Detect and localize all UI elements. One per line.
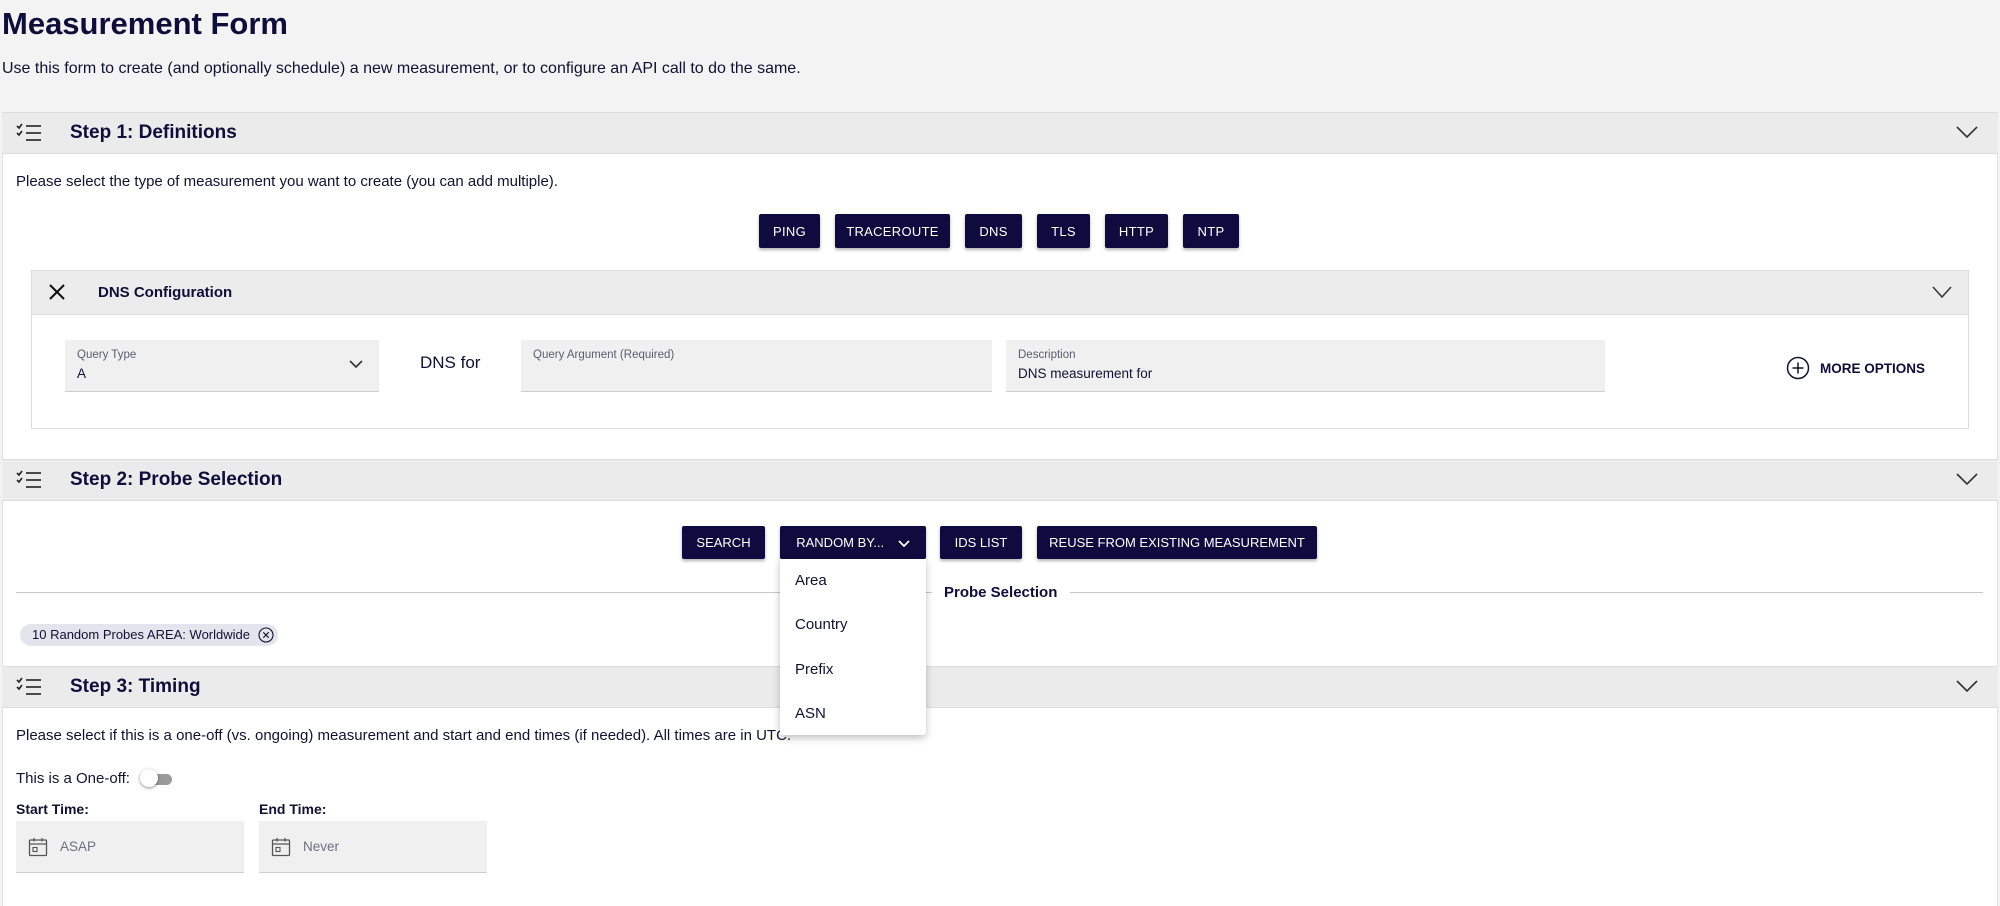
query-argument-input[interactable]: Query Argument (Required) bbox=[521, 340, 992, 392]
start-time-placeholder: ASAP bbox=[60, 839, 97, 854]
probe-chip: 10 Random Probes AREA: Worldwide bbox=[20, 624, 278, 646]
reuse-existing-measurement-button[interactable]: REUSE FROM EXISTING MEASUREMENT bbox=[1037, 526, 1317, 559]
random-by-label: RANDOM BY... bbox=[796, 535, 885, 550]
description-value: DNS measurement for bbox=[1018, 366, 1153, 381]
end-time-input[interactable]: Never bbox=[259, 821, 487, 873]
toggle-knob bbox=[140, 769, 158, 787]
description-label: Description bbox=[1018, 349, 1076, 361]
probe-chip-label: 10 Random Probes AREA: Worldwide bbox=[32, 627, 250, 642]
step3-header[interactable]: Step 3: Timing bbox=[2, 666, 1998, 708]
calendar-icon bbox=[271, 838, 291, 857]
end-time-placeholder: Never bbox=[303, 839, 340, 854]
ping-button[interactable]: PING bbox=[759, 214, 820, 248]
query-type-label: Query Type bbox=[77, 349, 137, 361]
step1-header[interactable]: Step 1: Definitions bbox=[2, 112, 1998, 154]
traceroute-button[interactable]: TRACEROUTE bbox=[835, 214, 950, 248]
chevron-down-icon[interactable] bbox=[1932, 286, 1952, 298]
http-button[interactable]: HTTP bbox=[1105, 214, 1168, 248]
menu-item-area[interactable]: Area bbox=[795, 572, 827, 589]
add-circle-icon bbox=[1786, 356, 1810, 380]
remove-chip-icon[interactable] bbox=[258, 627, 274, 643]
chevron-down-icon[interactable] bbox=[1956, 125, 1978, 139]
start-time-input[interactable]: ASAP bbox=[16, 821, 244, 873]
probe-selection-label: Probe Selection bbox=[944, 584, 1058, 601]
dns-configuration-header[interactable]: DNS Configuration bbox=[32, 271, 1968, 315]
one-off-toggle[interactable] bbox=[140, 769, 172, 787]
one-off-label: This is a One-off: bbox=[16, 770, 130, 787]
chevron-down-icon bbox=[898, 539, 910, 547]
menu-item-country[interactable]: Country bbox=[795, 616, 848, 633]
chevron-down-icon bbox=[349, 360, 363, 369]
query-type-value: A bbox=[77, 366, 87, 381]
checklist-icon bbox=[16, 123, 41, 141]
random-by-menu: Area Country Prefix ASN bbox=[780, 559, 926, 735]
tls-button[interactable]: TLS bbox=[1037, 214, 1090, 248]
step3-instruction: Please select if this is a one-off (vs. … bbox=[16, 727, 792, 744]
random-by-button[interactable]: RANDOM BY... bbox=[780, 526, 926, 559]
query-type-select[interactable]: Query Type A bbox=[65, 340, 379, 392]
dns-configuration-title: DNS Configuration bbox=[98, 284, 233, 301]
calendar-icon bbox=[28, 838, 48, 857]
close-icon[interactable] bbox=[48, 283, 66, 301]
step1-instruction: Please select the type of measurement yo… bbox=[16, 173, 558, 190]
dns-for-text: DNS for bbox=[420, 353, 481, 372]
page-title: Measurement Form bbox=[2, 6, 288, 41]
page-description: Use this form to create (and optionally … bbox=[2, 60, 801, 77]
ntp-button[interactable]: NTP bbox=[1183, 214, 1239, 248]
description-input[interactable]: Description DNS measurement for bbox=[1006, 340, 1605, 392]
chevron-down-icon[interactable] bbox=[1956, 472, 1978, 486]
chevron-down-icon[interactable] bbox=[1956, 679, 1978, 693]
more-options-label: MORE OPTIONS bbox=[1820, 361, 1926, 376]
step1-title: Step 1: Definitions bbox=[70, 122, 237, 143]
menu-item-asn[interactable]: ASN bbox=[795, 705, 826, 722]
query-argument-label: Query Argument (Required) bbox=[533, 349, 675, 361]
step3-title: Step 3: Timing bbox=[70, 676, 201, 697]
search-button[interactable]: SEARCH bbox=[682, 526, 765, 559]
menu-item-prefix[interactable]: Prefix bbox=[795, 661, 833, 678]
end-time-label: End Time: bbox=[259, 801, 327, 817]
divider bbox=[1070, 592, 1983, 593]
step2-title: Step 2: Probe Selection bbox=[70, 469, 283, 490]
checklist-icon bbox=[16, 470, 41, 488]
step2-header[interactable]: Step 2: Probe Selection bbox=[2, 459, 1998, 501]
start-time-label: Start Time: bbox=[16, 801, 89, 817]
checklist-icon bbox=[16, 677, 41, 695]
dns-button[interactable]: DNS bbox=[965, 214, 1022, 248]
ids-list-button[interactable]: IDS LIST bbox=[940, 526, 1022, 559]
